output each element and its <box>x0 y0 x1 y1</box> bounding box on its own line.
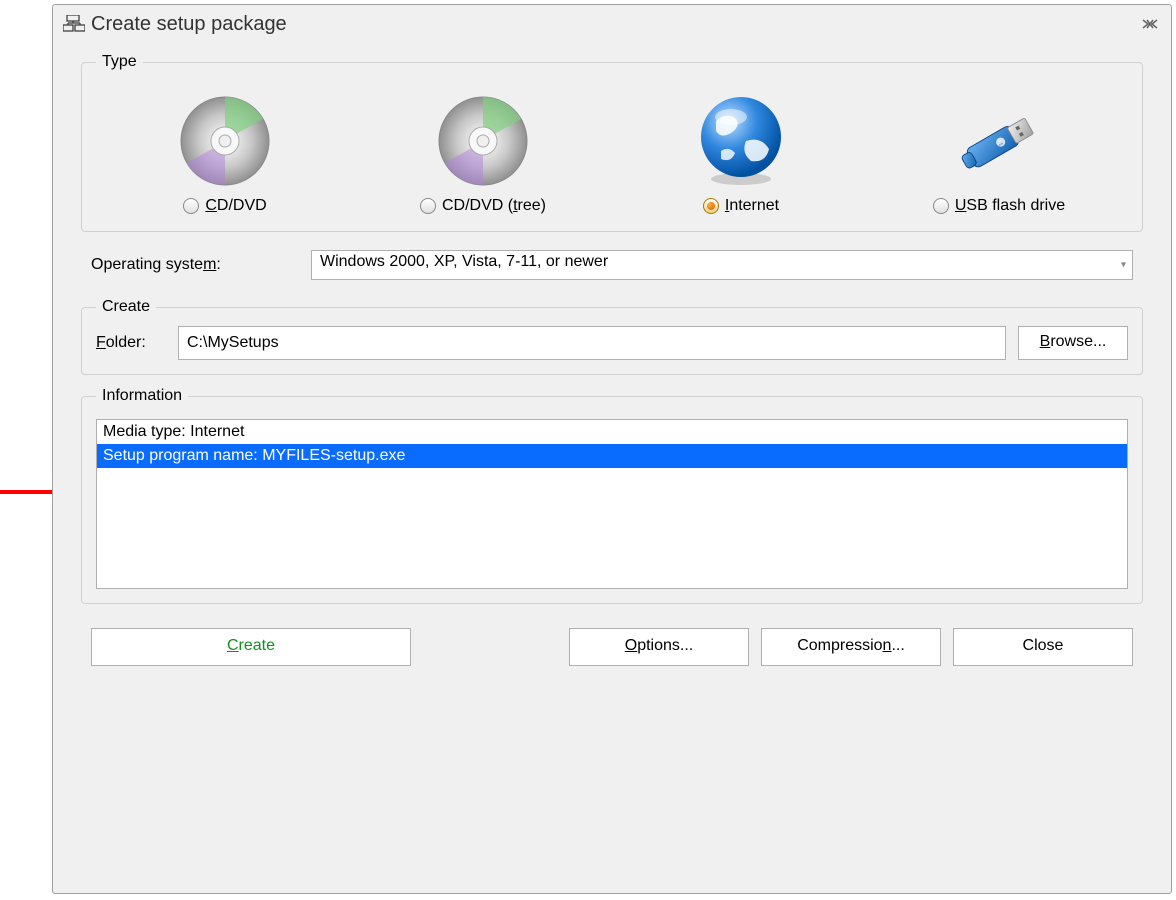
os-row: Operating system: Windows 2000, XP, Vist… <box>91 250 1133 280</box>
create-group: Create Folder: Browse... <box>81 298 1143 375</box>
globe-icon <box>691 91 791 191</box>
os-select-value: Windows 2000, XP, Vista, 7-11, or newer <box>320 253 608 270</box>
type-option-label: CD/DVD (tree) <box>442 197 546 215</box>
information-line[interactable]: Media type: Internet <box>97 420 1127 444</box>
folder-label: Folder: <box>96 334 166 352</box>
create-legend: Create <box>96 298 156 316</box>
information-line[interactable]: Setup program name: MYFILES-setup.exe <box>97 444 1127 468</box>
type-group: Type CD/DVD <box>81 53 1143 232</box>
radio-button[interactable] <box>183 198 199 214</box>
os-label: Operating system: <box>91 256 311 274</box>
cd-icon <box>175 91 275 191</box>
usb-icon: ⇔ <box>949 91 1049 191</box>
titlebar: Create setup package <box>53 5 1171 39</box>
type-option-label: CD/DVD <box>205 197 266 215</box>
radio-button[interactable] <box>703 198 719 214</box>
type-option-label: Internet <box>725 197 779 215</box>
information-legend: Information <box>96 387 188 405</box>
create-button[interactable]: Create <box>91 628 411 666</box>
type-option-1[interactable]: CD/DVD (tree) <box>373 91 593 215</box>
window-title: Create setup package <box>91 13 287 36</box>
radio-button[interactable] <box>933 198 949 214</box>
type-option-0[interactable]: CD/DVD <box>115 91 335 215</box>
window-icon <box>63 15 85 33</box>
close-button[interactable]: Close <box>953 628 1133 666</box>
compression-button[interactable]: Compression... <box>761 628 941 666</box>
type-option-3[interactable]: ⇔ USB flash drive <box>889 91 1109 215</box>
type-legend: Type <box>96 53 143 71</box>
os-select[interactable]: Windows 2000, XP, Vista, 7-11, or newer … <box>311 250 1133 280</box>
folder-input[interactable] <box>178 326 1006 360</box>
close-icon <box>1141 18 1159 30</box>
cd-icon <box>433 91 533 191</box>
chevron-down-icon: ▾ <box>1121 260 1126 271</box>
dialog-window: Create setup package Type <box>52 4 1172 894</box>
browse-button[interactable]: Browse... <box>1018 326 1128 360</box>
type-option-2[interactable]: Internet <box>631 91 851 215</box>
radio-button[interactable] <box>420 198 436 214</box>
information-group: Information Media type: InternetSetup pr… <box>81 387 1143 604</box>
type-option-label: USB flash drive <box>955 197 1065 215</box>
options-button[interactable]: Options... <box>569 628 749 666</box>
button-row: Create Options... Compression... Close <box>81 616 1143 666</box>
information-list[interactable]: Media type: InternetSetup program name: … <box>96 419 1128 589</box>
window-close-button[interactable] <box>1139 15 1161 33</box>
